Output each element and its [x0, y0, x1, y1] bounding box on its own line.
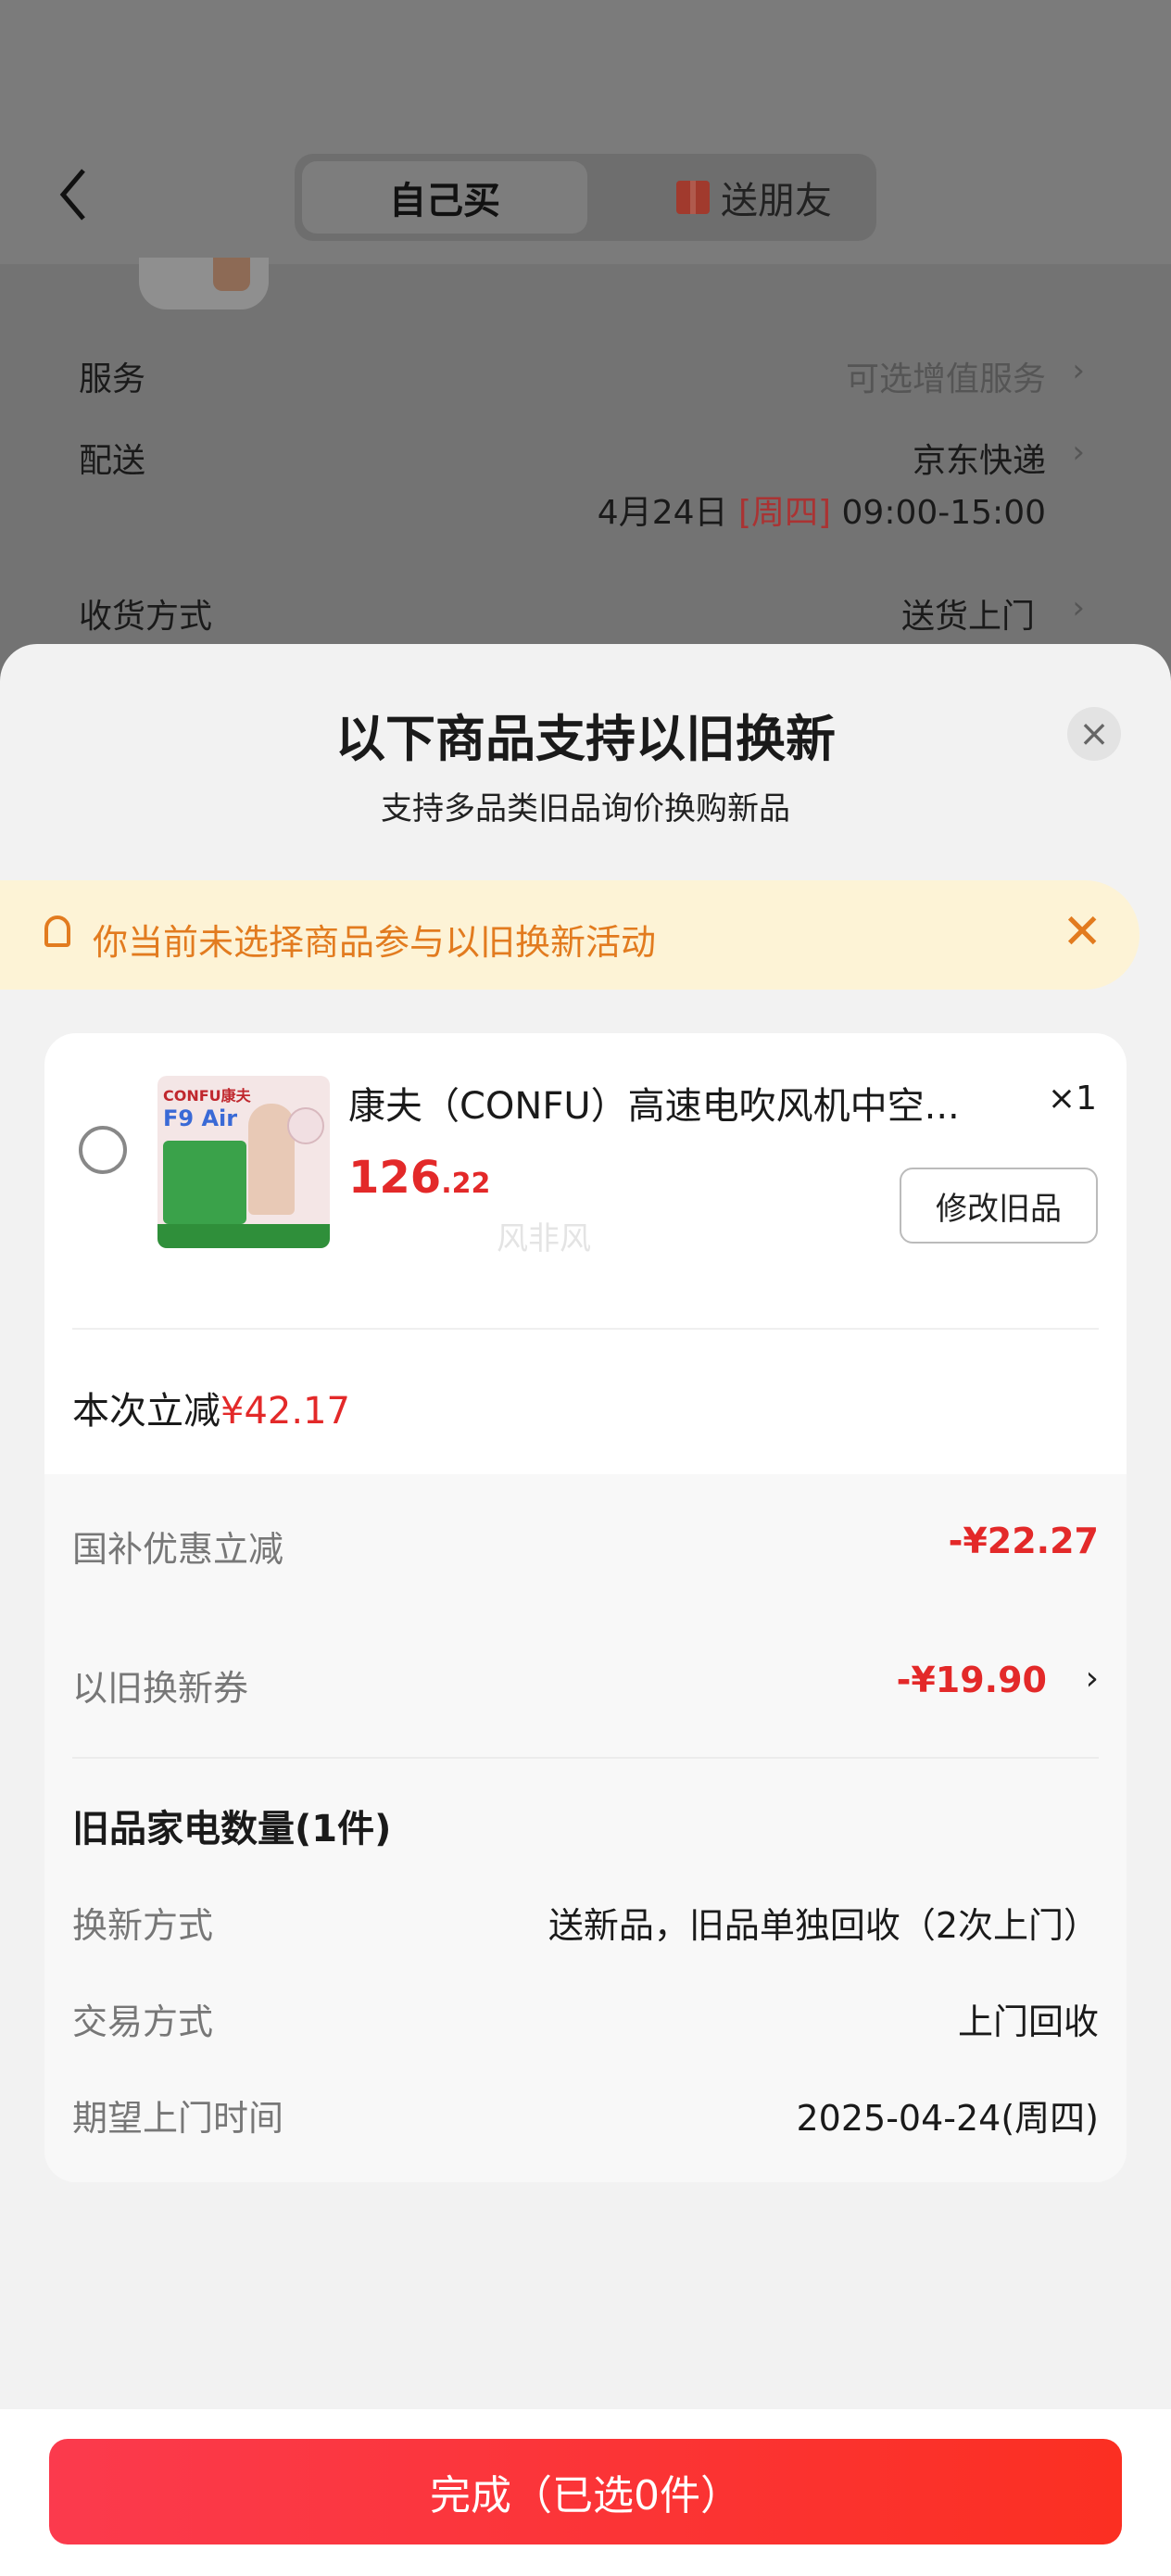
trade-method-value: 上门回收 — [957, 2001, 1099, 2042]
subsidy-value: -¥22.27 — [948, 1521, 1099, 1561]
delivery-weekday: [周四] — [737, 494, 832, 532]
thumb-subsidy-bar — [157, 1224, 330, 1248]
delivery-window: 09:00-15:00 — [841, 494, 1046, 532]
receive-method-value: 送货上门 — [900, 598, 1035, 636]
service-label: 服务 — [79, 360, 146, 398]
exchange-method-label: 换新方式 — [72, 1905, 214, 1946]
service-value: 可选增值服务 — [845, 360, 1046, 398]
bottom-action-bar: 完成（已选0件） — [0, 2409, 1171, 2576]
pickup-time-value: 2025-04-24(周四) — [796, 2098, 1100, 2139]
product-quantity: ×1 — [1047, 1080, 1097, 1118]
close-icon: × — [1078, 713, 1110, 755]
pickup-time-label: 期望上门时间 — [72, 2098, 284, 2139]
thumb-promo-block — [163, 1141, 246, 1224]
sheet-title: 以下商品支持以旧换新 — [335, 710, 836, 768]
trade-in-bottom-sheet: 以下商品支持以旧换新 支持多品类旧品询价换购新品 × 你当前未选择商品参与以旧换… — [0, 644, 1171, 2576]
chevron-right-icon: › — [1072, 589, 1085, 626]
delivery-time: 4月24日 [周四] 09:00-15:00 — [598, 486, 1046, 534]
trade-in-card: CONFU康夫 F9 Air 康夫（CONFU）高速电吹风机中空... ×1 1… — [44, 1033, 1127, 2182]
watermark-text: 风非风 — [497, 1220, 591, 1257]
done-button[interactable]: 完成（已选0件） — [49, 2439, 1122, 2544]
trade-method-label: 交易方式 — [72, 2001, 214, 2042]
tab-gift-friend-label: 送朋友 — [721, 180, 832, 222]
old-appliance-count: 旧品家电数量(1件) — [72, 1808, 392, 1850]
receive-method-label: 收货方式 — [79, 598, 213, 636]
notice-text: 你当前未选择商品参与以旧换新活动 — [93, 922, 657, 963]
hair-dryer-image — [287, 1107, 324, 1144]
product-image-partial — [139, 258, 269, 309]
thumb-brand: CONFU康夫 — [163, 1087, 251, 1105]
product-thumbnail[interactable]: CONFU康夫 F9 Air — [157, 1076, 330, 1248]
product-price: 126.22 — [348, 1152, 490, 1204]
price-decimal: .22 — [441, 1168, 491, 1200]
saving-label: 本次立减 — [72, 1390, 220, 1433]
bell-icon — [44, 915, 70, 947]
chevron-right-icon: › — [1085, 1660, 1099, 1698]
price-integer: 126 — [348, 1152, 442, 1204]
divider — [72, 1757, 1099, 1759]
instant-saving: 本次立减¥42.17 — [72, 1381, 350, 1434]
buy-mode-segmented-control: 自己买 送朋友 — [295, 154, 876, 241]
exchange-method-value: 送新品，旧品单独回收（2次上门） — [548, 1905, 1099, 1946]
tab-buy-for-self[interactable]: 自己买 — [302, 161, 587, 234]
saving-value: ¥42.17 — [220, 1390, 350, 1433]
chevron-right-icon: › — [1072, 352, 1085, 389]
tab-gift-friend[interactable]: 送朋友 — [643, 161, 865, 234]
delivery-value: 京东快递 — [912, 442, 1046, 480]
coupon-label: 以旧换新券 — [72, 1668, 249, 1709]
discount-details: 国补优惠立减 -¥22.27 以旧换新券 -¥19.90 › 旧品家电数量(1件… — [44, 1474, 1127, 2182]
delivery-date: 4月24日 — [597, 494, 728, 532]
thumb-model: F9 Air — [163, 1105, 238, 1131]
product-name[interactable]: 康夫（CONFU）高速电吹风机中空... — [348, 1076, 1025, 1130]
notice-banner: 你当前未选择商品参与以旧换新活动 ✕ — [0, 880, 1140, 990]
divider — [72, 1328, 1099, 1330]
chevron-right-icon: › — [1072, 434, 1085, 471]
gift-icon — [676, 181, 710, 214]
subsidy-label: 国补优惠立减 — [72, 1529, 284, 1570]
edit-old-item-button[interactable]: 修改旧品 — [900, 1168, 1098, 1244]
product-select-radio[interactable] — [79, 1126, 127, 1174]
coupon-value: -¥19.90 — [896, 1660, 1047, 1700]
delivery-label: 配送 — [79, 442, 146, 480]
sheet-subtitle: 支持多品类旧品询价换购新品 — [381, 790, 790, 827]
close-button[interactable]: × — [1067, 707, 1121, 761]
back-arrow-icon[interactable] — [56, 167, 93, 222]
dismiss-notice-icon[interactable]: ✕ — [1062, 904, 1102, 960]
